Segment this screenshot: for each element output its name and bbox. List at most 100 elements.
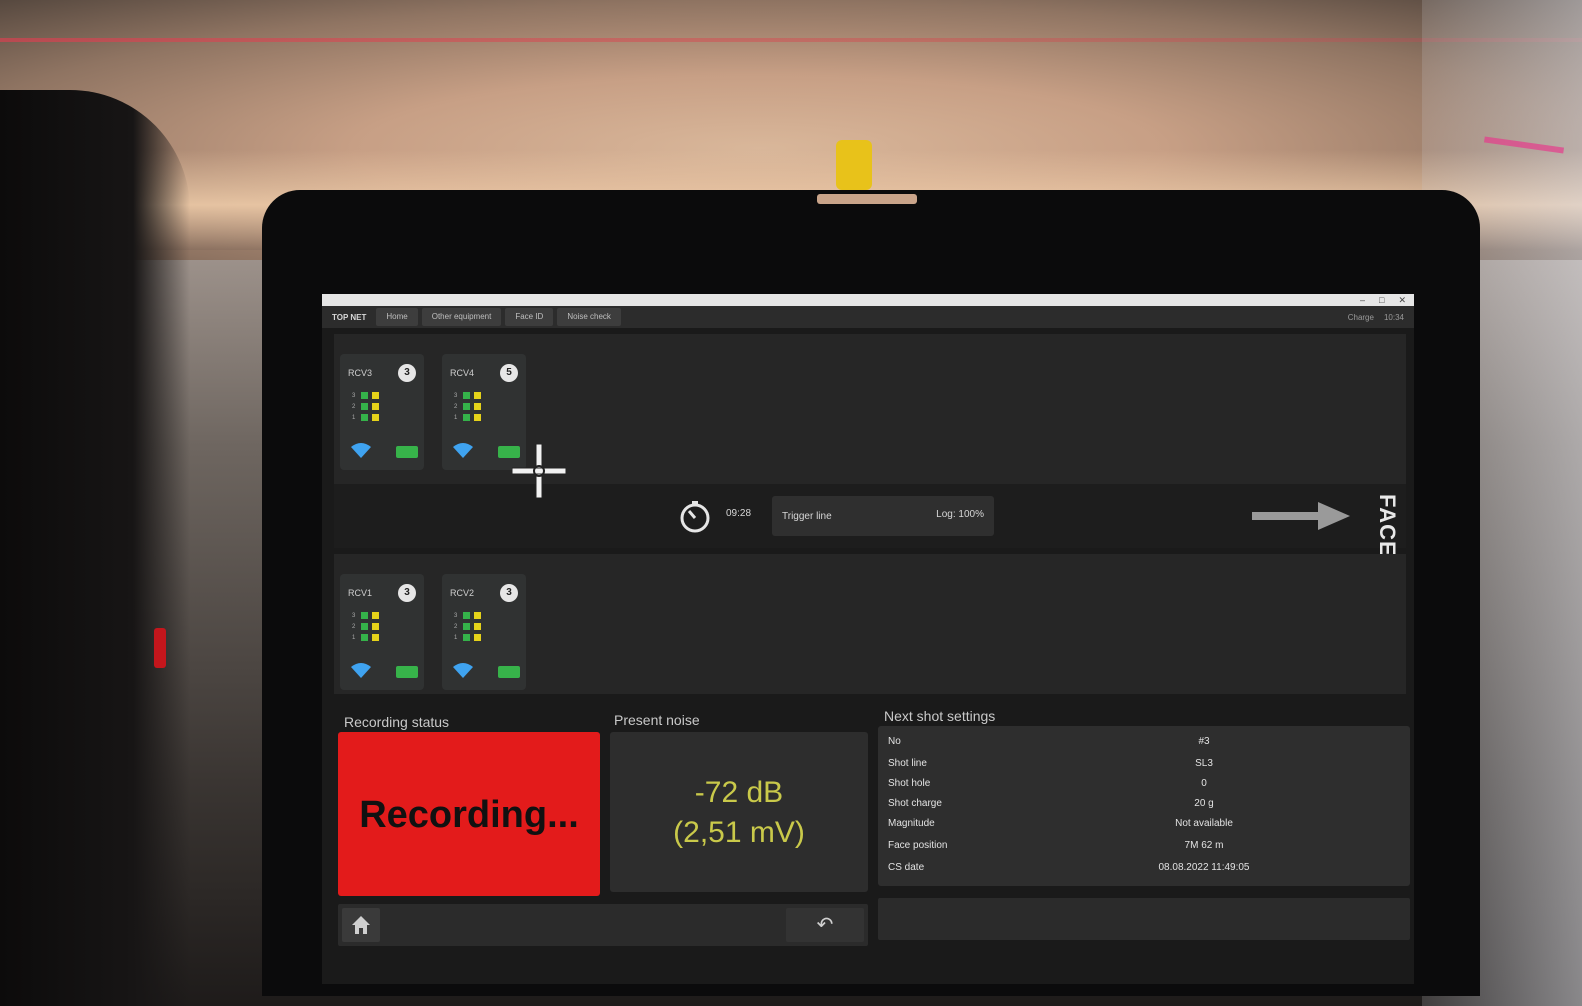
setting-label: Magnitude [888, 818, 935, 829]
channel-status-grid: 3 2 1 [454, 612, 482, 642]
wifi-icon [453, 663, 473, 678]
channel-led [474, 612, 481, 619]
maximize-button[interactable]: □ [1379, 294, 1384, 306]
channel-led [463, 403, 470, 410]
channel-status-grid: 3 2 1 [352, 612, 380, 642]
setting-row: Magnitude Not available [888, 814, 1400, 834]
battery-icon [498, 666, 520, 678]
channel-led [463, 634, 470, 641]
channel-number: 1 [454, 415, 458, 421]
receiver-name: RCV1 [348, 588, 373, 598]
channel-number: 2 [352, 624, 356, 630]
yellow-sensor-object [836, 140, 872, 190]
tab-bar: TOP NET Home Other equipment Face ID Noi… [322, 306, 1414, 328]
setting-label: CS date [888, 862, 925, 873]
receiver-badge: 3 [500, 584, 518, 602]
setting-row: Shot hole 0 [888, 774, 1400, 794]
close-button[interactable]: ✕ [1398, 294, 1406, 306]
wifi-icon [453, 443, 473, 458]
setting-value: 0 [1201, 778, 1207, 789]
setting-label: Shot charge [888, 798, 942, 809]
channel-led [372, 634, 379, 641]
trigger-line-label: Trigger line [782, 511, 832, 522]
setting-row: CS date 08.08.2022 11:49:05 [888, 858, 1400, 878]
channel-led [372, 403, 379, 410]
recording-status-text: Recording... [359, 794, 579, 836]
face-label: FACE [1375, 494, 1400, 557]
tab-home[interactable]: Home [376, 308, 418, 326]
undo-icon: ↶ [816, 914, 834, 936]
bottom-toolbar: ↶ [338, 904, 868, 946]
minimize-button[interactable]: – [1360, 294, 1365, 306]
channel-status-grid: 3 2 1 [454, 392, 482, 422]
bottom-toolbar-right [878, 898, 1410, 940]
channel-number: 3 [454, 393, 458, 399]
trigger-box[interactable]: Trigger line Log: 100% [772, 496, 994, 536]
setting-value: #3 [1198, 736, 1210, 747]
battery-icon [396, 446, 418, 458]
receiver-name: RCV2 [450, 588, 475, 598]
channel-led [474, 634, 481, 641]
channel-number: 3 [352, 393, 356, 399]
channel-number: 3 [352, 613, 356, 619]
next-shot-settings: No #3 Shot line SL3 Shot hole 0 Shot charge… [878, 726, 1410, 886]
channel-number: 1 [352, 415, 356, 421]
channel-led [372, 612, 379, 619]
undo-button[interactable]: ↶ [786, 908, 864, 942]
charge-status: Charge [1347, 312, 1374, 322]
channel-number: 2 [454, 404, 458, 410]
right-arrow-icon [1252, 502, 1350, 530]
receiver-card[interactable]: RCV3 3 3 2 1 [340, 354, 424, 470]
noise-db-value: -72 dB [694, 776, 784, 809]
receiver-badge: 5 [500, 364, 518, 382]
receiver-badge: 3 [398, 584, 416, 602]
trigger-row: 09:28 Trigger line Log: 100% FACE [334, 484, 1406, 557]
channel-led [463, 623, 470, 630]
channel-led [361, 414, 368, 421]
receiver-name: RCV3 [348, 368, 373, 378]
receiver-card[interactable]: RCV1 3 3 2 1 [340, 574, 424, 690]
channel-number: 1 [352, 635, 356, 641]
wifi-icon [351, 443, 371, 458]
channel-led [474, 392, 481, 399]
wifi-icon [351, 663, 371, 678]
setting-value: SL3 [1195, 758, 1213, 769]
channel-number: 3 [454, 613, 458, 619]
channel-led [361, 403, 368, 410]
setting-label: No [888, 736, 901, 747]
setting-row: No #3 [888, 732, 1400, 752]
window-titlebar: – □ ✕ [322, 294, 1414, 306]
setting-label: Face position [888, 840, 948, 851]
stopwatch-icon [680, 501, 710, 533]
setting-value: 7M 62 m [1184, 840, 1224, 851]
setting-row: Face position 7M 62 m [888, 836, 1400, 856]
channel-led [361, 392, 368, 399]
tab-other-equipment[interactable]: Other equipment [421, 308, 502, 326]
countdown-timer: 09:28 [726, 508, 752, 519]
next-shot-title: Next shot settings [884, 708, 996, 724]
setting-label: Shot line [888, 758, 927, 769]
channel-led [372, 414, 379, 421]
tab-face-id[interactable]: Face ID [505, 308, 554, 326]
app-brand: TOP NET [332, 312, 367, 322]
channel-led [474, 414, 481, 421]
setting-value: 20 g [1194, 798, 1214, 809]
channel-led [474, 623, 481, 630]
channel-led [372, 392, 379, 399]
crosshair-cursor-icon [512, 444, 566, 498]
setting-row: Shot charge 20 g [888, 794, 1400, 814]
setting-value: 08.08.2022 11:49:05 [1158, 862, 1250, 873]
receiver-badge: 3 [398, 364, 416, 382]
home-button[interactable] [342, 908, 380, 942]
channel-led [474, 403, 481, 410]
channel-led [361, 623, 368, 630]
app-screen: – □ ✕ TOP NET Home Other equipment Face … [322, 294, 1414, 984]
channel-led [463, 392, 470, 399]
channel-number: 1 [454, 635, 458, 641]
recording-status-title: Recording status [344, 714, 450, 730]
battery-icon [396, 666, 418, 678]
tab-noise-check[interactable]: Noise check [557, 308, 621, 326]
setting-label: Shot hole [888, 778, 931, 789]
receiver-card[interactable]: RCV2 3 3 2 1 [442, 574, 526, 690]
tablet-camera-bezel [817, 194, 917, 204]
